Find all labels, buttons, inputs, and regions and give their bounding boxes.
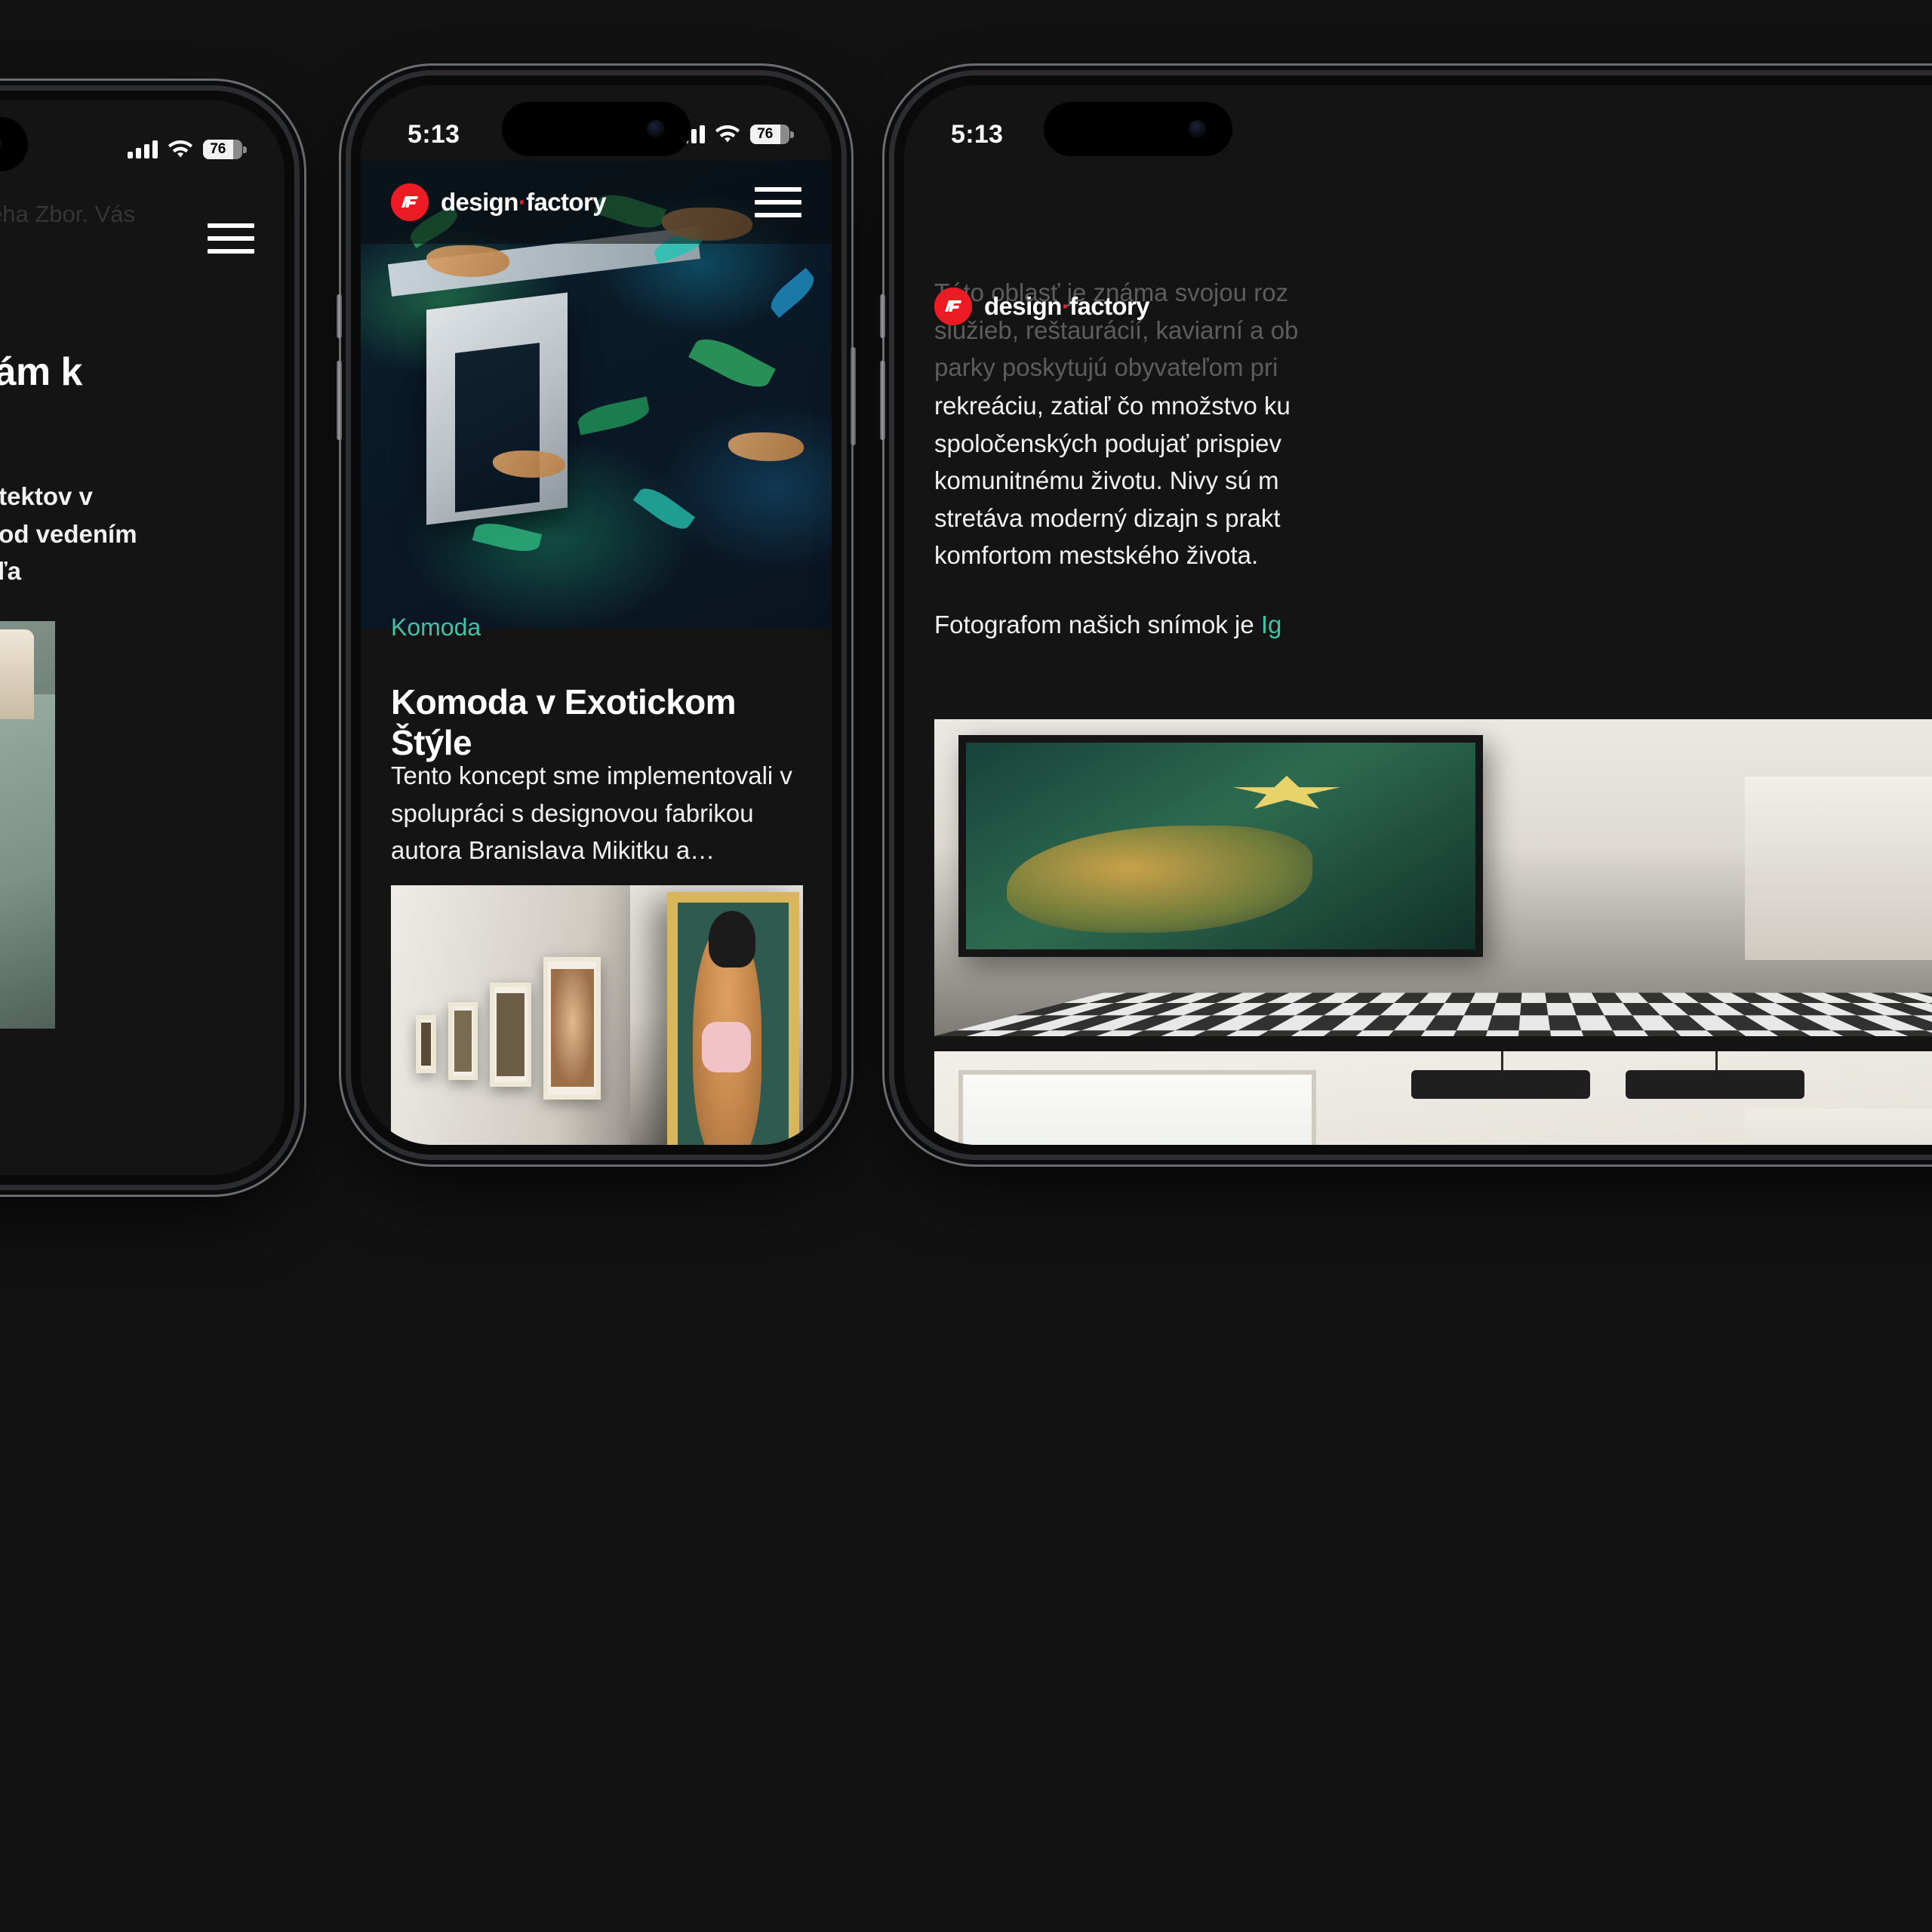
left-para-line: profesionálov, architektov v: [0, 482, 93, 510]
hamburger-menu-icon[interactable]: [755, 187, 801, 217]
dynamic-island: [1044, 102, 1233, 156]
volume-up-button[interactable]: [337, 294, 342, 338]
left-caption: CEO: [0, 1051, 285, 1079]
status-indicators: 76: [128, 140, 247, 159]
right-para-line: komunitnému životu. Nivy sú m: [934, 466, 1279, 494]
phone-left-page: , Neviditeľné sú reha Zbor. Vás ov, ktor…: [0, 100, 285, 1175]
phone-center-screen: 5:13 76 design·factory Komoda Komoda v E…: [361, 85, 832, 1145]
left-paragraph: profesionálov, architektov v dizajnu a r…: [0, 478, 285, 627]
screenshot-canvas: . 76 , Neviditeľné sú reha Zbor. Vás: [0, 0, 1932, 1932]
phone-left: . 76 , Neviditeľné sú reha Zbor. Vás: [0, 91, 294, 1185]
battery-percent: 76: [757, 126, 774, 142]
battery-percent: 76: [210, 141, 226, 157]
left-para-line: izionára a zakladateľa: [0, 557, 22, 585]
right-para-line: rekreáciu, zatiaľ čo množstvo ku: [934, 392, 1291, 420]
hallway-artwork-photo[interactable]: [934, 719, 1932, 1036]
brand-name: design·factory: [984, 292, 1150, 320]
article-title-text: Komoda v Exotickom Štýle: [391, 682, 737, 763]
brand-logo[interactable]: design·factory: [934, 288, 1150, 325]
left-heading: ov, ktorý je vám k: [0, 349, 285, 395]
photo-credit-link[interactable]: Ig: [1261, 611, 1282, 638]
wifi-icon: [168, 140, 192, 158]
brand-name: design·factory: [441, 188, 607, 216]
brand-logo[interactable]: design·factory: [391, 183, 607, 221]
design-factory-mark-icon: [391, 183, 429, 221]
right-para-line: stretáva moderný dizajn s prakt: [934, 503, 1281, 532]
battery-icon: 76: [750, 125, 794, 144]
kitchen-living-photo[interactable]: [934, 1051, 1932, 1145]
front-camera-icon: [647, 120, 665, 138]
cellular-bars-icon: [128, 140, 158, 158]
ceo-portrait-photo: [0, 621, 55, 1029]
article-title: Komoda v Exotickom Štýle: [361, 681, 832, 764]
photo-credit: Fotografom našich snímok je Ig: [904, 606, 1932, 644]
right-paragraph: rekreáciu, zatiaľ čo množstvo ku spoloče…: [904, 387, 1932, 574]
right-para-line: spoločenských podujať prispiev: [934, 429, 1281, 457]
navbar-center: design·factory: [361, 161, 832, 244]
status-time: 5:13: [408, 119, 460, 149]
gallery-photo[interactable]: 2016: [391, 885, 803, 1145]
status-indicators: 76: [675, 125, 794, 144]
left-heading-text: ov, ktorý je vám k: [0, 350, 82, 394]
article-excerpt-text: Tento koncept sme implementovali v spolu…: [391, 761, 792, 864]
hamburger-menu-icon[interactable]: [208, 223, 254, 254]
category-label[interactable]: Komoda: [391, 614, 801, 641]
volume-up-button[interactable]: [880, 294, 885, 338]
power-button[interactable]: [851, 347, 856, 445]
dynamic-island: [502, 102, 691, 156]
phone-center-page: design·factory Komoda Komoda v Exotickom…: [361, 85, 832, 1145]
front-camera-icon: [1189, 120, 1208, 138]
left-caption-text: CEO: [0, 1051, 254, 1079]
status-bar-left: . 76: [0, 100, 285, 176]
volume-down-button[interactable]: [880, 361, 885, 440]
phone-right-page: Táto oblasť je známa svojou roz služieb,…: [904, 85, 1932, 1145]
wifi-icon: [715, 125, 740, 143]
left-para-line: dizajnu a reklamy, pod vedením: [0, 519, 137, 548]
phone-center: 5:13 76 design·factory Komoda Komoda v E…: [337, 75, 856, 1155]
phone-right: 5:13 Táto oblasť je známa svojou roz slu…: [880, 75, 1932, 1155]
photo-credit-prefix: Fotografom našich snímok je: [934, 611, 1261, 638]
battery-icon: 76: [203, 140, 247, 159]
article-excerpt: Tento koncept sme implementovali v spolu…: [361, 757, 832, 869]
design-factory-mark-icon: [934, 288, 972, 325]
phone-right-screen: 5:13 Táto oblasť je známa svojou roz slu…: [904, 85, 1932, 1145]
volume-down-button[interactable]: [337, 361, 342, 440]
right-para-line: komfortom mestského života.: [934, 541, 1259, 569]
right-para-muted-line: parky poskytujú obyvateľom pri: [934, 353, 1278, 381]
status-time: 5:13: [951, 119, 1004, 149]
navbar-left: [0, 197, 285, 280]
front-camera-icon: [0, 135, 3, 153]
article-eyebrow: Komoda: [361, 614, 832, 641]
phone-left-screen: . 76 , Neviditeľné sú reha Zbor. Vás: [0, 100, 285, 1175]
